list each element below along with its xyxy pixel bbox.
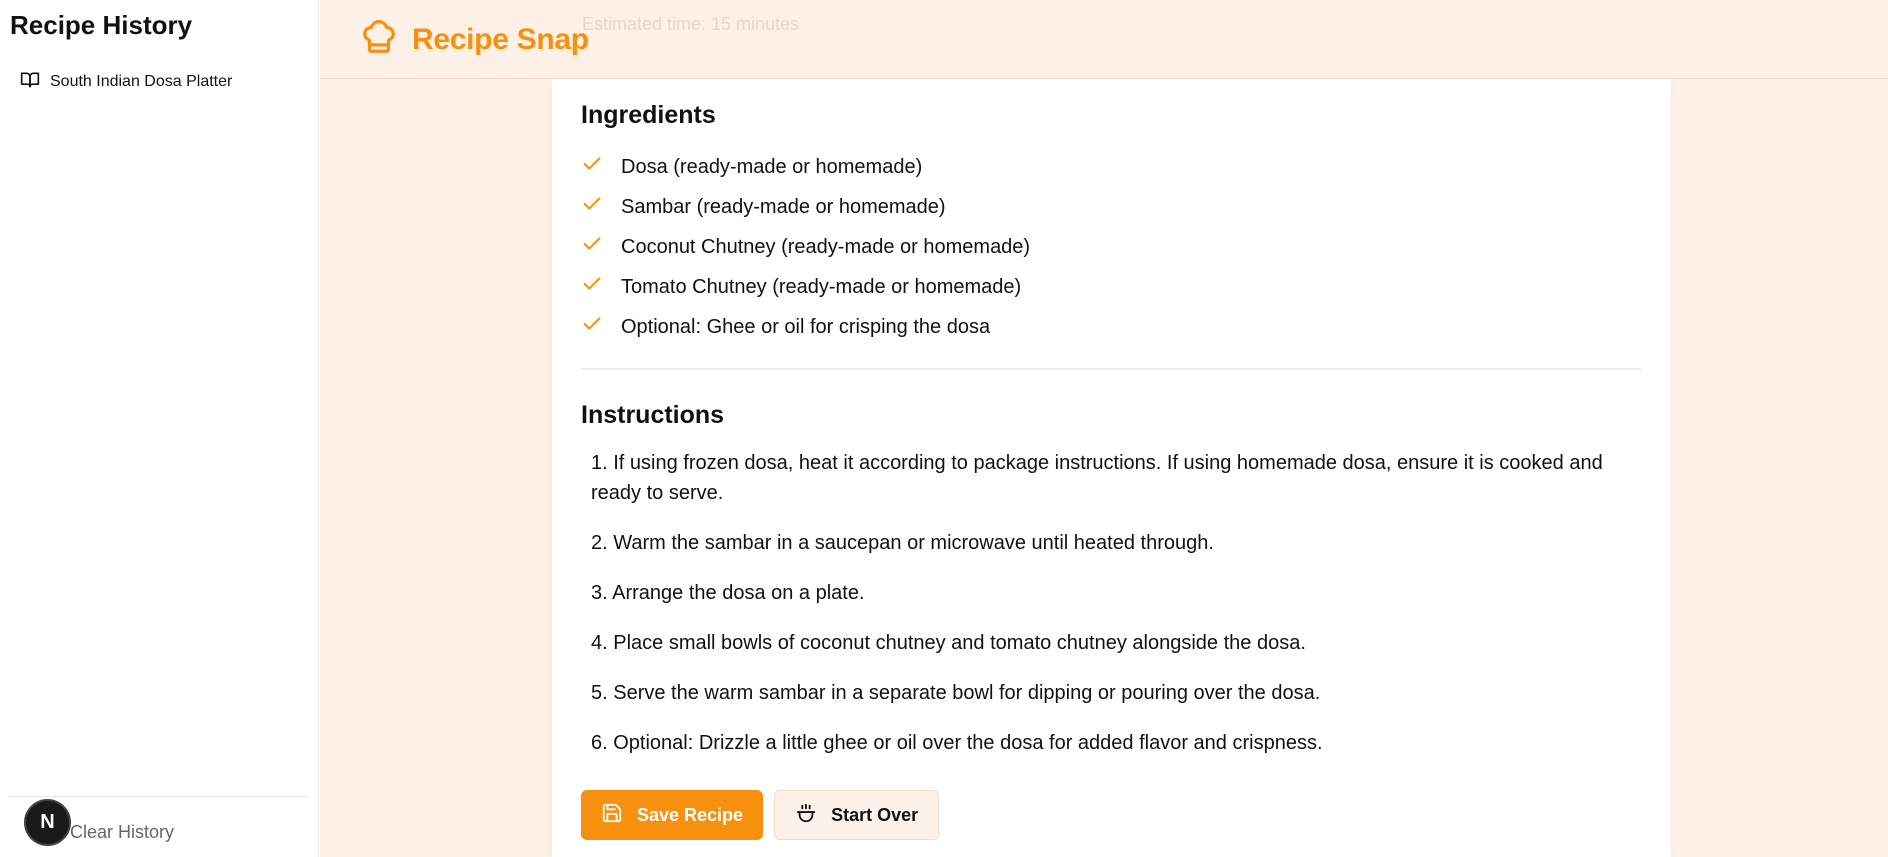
header-ghost-text: Estimated time: 15 minutes bbox=[582, 14, 800, 34]
ingredient-item: Sambar (ready-made or homemade) bbox=[581, 187, 1030, 227]
chef-hat-icon bbox=[360, 18, 398, 61]
ingredient-item: Dosa (ready-made or homemade) bbox=[581, 147, 1030, 187]
save-icon bbox=[601, 802, 623, 829]
action-buttons: Save Recipe Start Over bbox=[581, 790, 940, 840]
check-icon bbox=[581, 233, 621, 261]
ingredient-text: Coconut Chutney (ready-made or homemade) bbox=[621, 235, 1031, 258]
book-open-icon bbox=[20, 70, 40, 95]
instruction-step: 5. Serve the warm sambar in a separate b… bbox=[591, 682, 1321, 704]
start-over-label: Start Over bbox=[831, 804, 919, 825]
check-icon bbox=[581, 153, 621, 181]
ingredient-text: Optional: Ghee or oil for crisping the d… bbox=[621, 315, 991, 338]
sidebar: Recipe History South Indian Dosa Platter… bbox=[0, 0, 319, 857]
check-icon bbox=[581, 193, 621, 221]
instructions-title: Instructions bbox=[581, 401, 725, 429]
sidebar-divider bbox=[10, 796, 308, 797]
recipe-card: Ingredients Dosa (ready-made or homemade… bbox=[552, 79, 1671, 857]
check-icon bbox=[581, 313, 621, 341]
instruction-step: 1. If using frozen dosa, heat it accordi… bbox=[591, 452, 1603, 504]
instructions-list: 1. If using frozen dosa, heat it accordi… bbox=[591, 448, 1641, 778]
ingredient-item: Coconut Chutney (ready-made or homemade) bbox=[581, 227, 1030, 267]
instruction-step: 6. Optional: Drizzle a little ghee or oi… bbox=[591, 732, 1323, 754]
n-badge-icon[interactable]: N bbox=[24, 799, 71, 846]
ingredient-item: Tomato Chutney (ready-made or homemade) bbox=[581, 267, 1030, 307]
ingredients-title: Ingredients bbox=[581, 101, 716, 129]
header: Estimated time: 15 minutes Recipe Snap bbox=[320, 0, 1888, 79]
sidebar-title: Recipe History bbox=[10, 10, 193, 40]
ingredient-text: Sambar (ready-made or homemade) bbox=[621, 195, 946, 218]
instruction-step: 3. Arrange the dosa on a plate. bbox=[591, 582, 865, 604]
ingredient-text: Tomato Chutney (ready-made or homemade) bbox=[621, 275, 1022, 298]
cooking-pot-icon bbox=[795, 802, 817, 829]
check-icon bbox=[581, 273, 621, 301]
ingredients-list: Dosa (ready-made or homemade) Sambar (re… bbox=[581, 147, 1030, 347]
save-recipe-label: Save Recipe bbox=[637, 804, 744, 825]
clear-history-button[interactable]: Clear History bbox=[70, 822, 174, 843]
save-recipe-button[interactable]: Save Recipe bbox=[581, 790, 764, 840]
ingredient-item: Optional: Ghee or oil for crisping the d… bbox=[581, 307, 1030, 347]
main-area: Estimated time: 15 minutes Recipe Snap I… bbox=[320, 0, 1888, 857]
history-item-label: South Indian Dosa Platter bbox=[50, 73, 233, 90]
brand-name: Recipe Snap bbox=[412, 22, 589, 56]
start-over-button[interactable]: Start Over bbox=[774, 790, 940, 840]
instruction-step: 2. Warm the sambar in a saucepan or micr… bbox=[591, 532, 1214, 554]
ingredient-text: Dosa (ready-made or homemade) bbox=[621, 155, 923, 178]
section-divider bbox=[581, 368, 1641, 370]
brand[interactable]: Recipe Snap bbox=[360, 18, 589, 61]
history-item-dosa-platter[interactable]: South Indian Dosa Platter bbox=[20, 70, 232, 94]
instruction-step: 4. Place small bowls of coconut chutney … bbox=[591, 632, 1306, 654]
